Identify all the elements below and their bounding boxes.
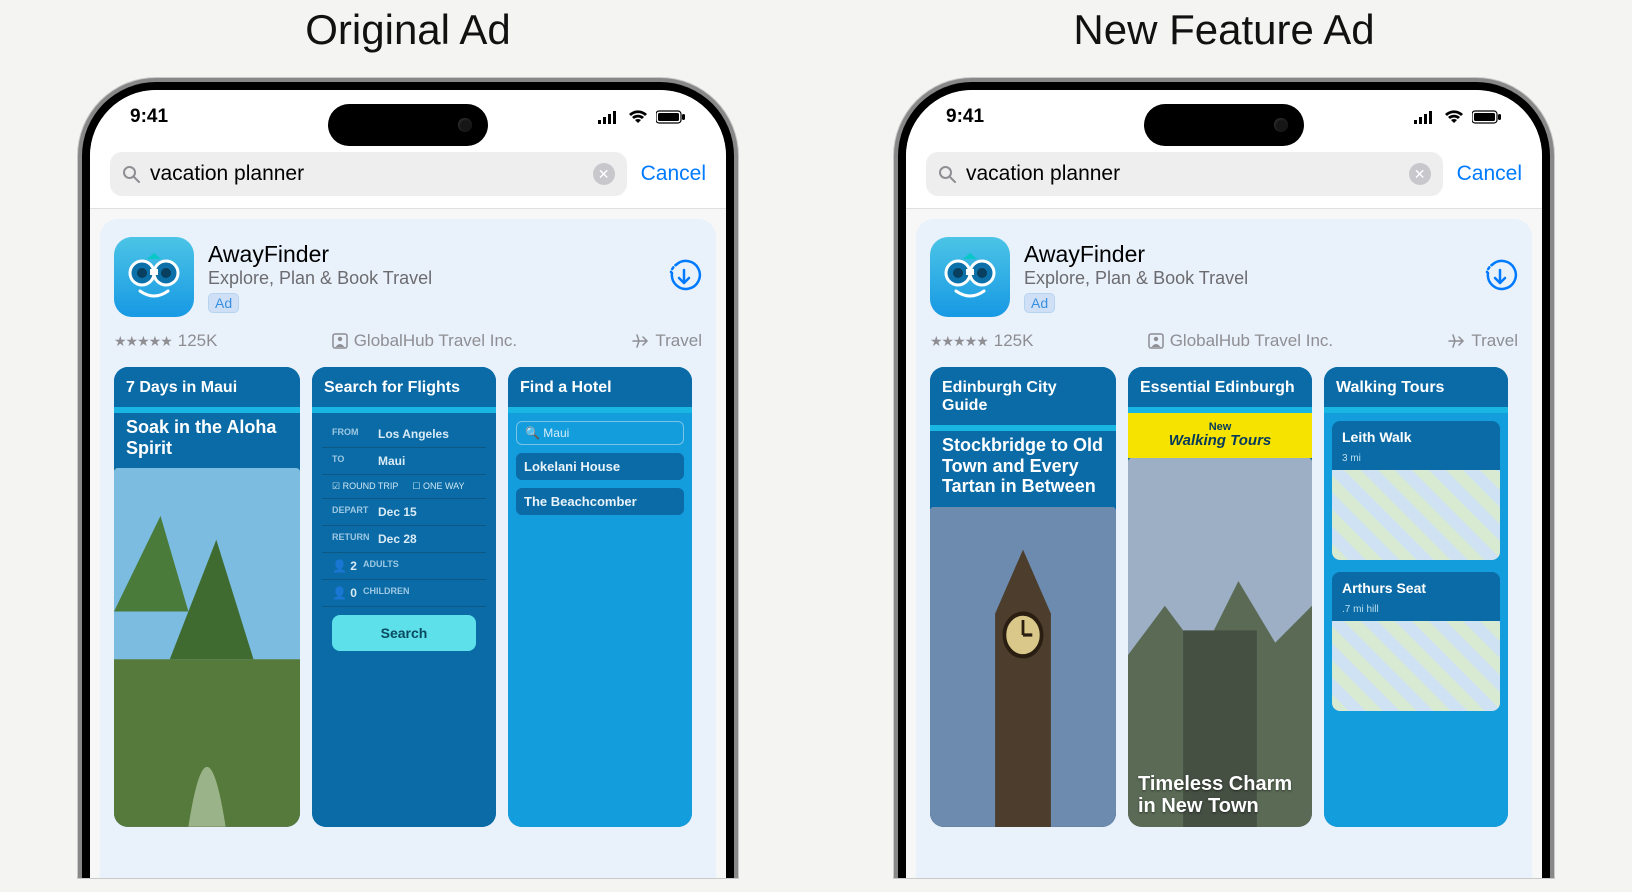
screenshot-1[interactable]: Edinburgh City Guide Stockbridge to Old … <box>930 367 1116 827</box>
shot1-subtitle: Stockbridge to Old Town and Every Tartan… <box>930 431 1116 507</box>
plane-icon <box>631 332 649 350</box>
screenshot-2[interactable]: Essential Edinburgh New Walking Tours Ti… <box>1128 367 1312 827</box>
search-icon <box>938 165 956 183</box>
dynamic-island <box>328 104 488 146</box>
app-subtitle: Explore, Plan & Book Travel <box>208 268 652 289</box>
shot3-place2: Arthurs Seat .7 mi hill <box>1332 572 1500 711</box>
screenshot-1[interactable]: 7 Days in Maui Soak in the Aloha Spirit <box>114 367 300 827</box>
shot1-subtitle: Soak in the Aloha Spirit <box>114 413 300 468</box>
shot1-title: Edinburgh City Guide <box>930 367 1116 425</box>
shot2-title: Essential Edinburgh <box>1128 367 1312 407</box>
shot2-search-button: Search <box>332 615 476 651</box>
shot1-title: 7 Days in Maui <box>114 367 300 407</box>
ratings-count: 125K <box>178 331 218 351</box>
place1-map <box>1332 470 1500 560</box>
app-info: AwayFinder Explore, Plan & Book Travel A… <box>1024 241 1468 313</box>
phone-frame-left: 9:41 vacation planner ✕ Cancel <box>78 78 738 878</box>
place2-map <box>1332 621 1500 711</box>
status-time: 9:41 <box>130 106 168 128</box>
cancel-button[interactable]: Cancel <box>641 162 706 186</box>
search-input[interactable]: vacation planner ✕ <box>926 152 1443 196</box>
shot3-search: 🔍 Maui <box>516 421 684 445</box>
app-icon[interactable] <box>114 237 194 317</box>
battery-icon <box>656 110 686 124</box>
search-icon <box>122 165 140 183</box>
dynamic-island <box>1144 104 1304 146</box>
right-column: New Feature Ad 9:41 vacation planner <box>816 0 1632 892</box>
shot3-body: 🔍 Maui Lokelani House The Beachcomber <box>508 413 692 827</box>
search-row: vacation planner ✕ Cancel <box>90 144 726 209</box>
shot2-form: FROMLos Angeles TOMaui ☑ ROUND TRIP☐ ONE… <box>312 413 496 827</box>
comparison-stage: Original Ad 9:41 vacation planner <box>0 0 1632 892</box>
category: Travel <box>1447 331 1518 351</box>
phone-frame-right: 9:41 vacation planner ✕ Cancel <box>894 78 1554 878</box>
download-icon[interactable] <box>1482 259 1518 295</box>
shot3-place1: Leith Walk 3 mi <box>1332 421 1500 560</box>
screen-right: 9:41 vacation planner ✕ Cancel <box>906 90 1542 878</box>
status-time: 9:41 <box>946 106 984 128</box>
app-subtitle: Explore, Plan & Book Travel <box>1024 268 1468 289</box>
ad-result-card[interactable]: AwayFinder Explore, Plan & Book Travel A… <box>100 219 716 878</box>
download-icon[interactable] <box>666 259 702 295</box>
screenshot-strip[interactable]: Edinburgh City Guide Stockbridge to Old … <box>930 367 1518 827</box>
app-name: AwayFinder <box>208 241 652 268</box>
search-input[interactable]: vacation planner ✕ <box>110 152 627 196</box>
ratings: ★★★★★ 125K <box>114 331 217 351</box>
category-name: Travel <box>1471 331 1518 351</box>
wifi-icon <box>1444 110 1464 124</box>
app-info: AwayFinder Explore, Plan & Book Travel A… <box>208 241 652 313</box>
cellular-icon <box>598 110 620 124</box>
shot2-banner: New Walking Tours <box>1128 413 1312 458</box>
shot3-title: Walking Tours <box>1324 367 1508 407</box>
app-meta-row: ★★★★★ 125K GlobalHub Travel Inc. Travel <box>930 331 1518 351</box>
search-text: vacation planner <box>150 162 583 186</box>
search-text: vacation planner <box>966 162 1399 186</box>
app-name: AwayFinder <box>1024 241 1468 268</box>
shot2-title: Search for Flights <box>312 367 496 407</box>
wifi-icon <box>628 110 648 124</box>
left-label: Original Ad <box>305 6 510 54</box>
shot3-hotel1: Lokelani House <box>516 453 684 480</box>
developer-icon <box>1148 333 1164 349</box>
developer-name: GlobalHub Travel Inc. <box>1170 331 1333 351</box>
app-icon[interactable] <box>930 237 1010 317</box>
developer-icon <box>332 333 348 349</box>
plane-icon <box>1447 332 1465 350</box>
clear-icon[interactable]: ✕ <box>1409 163 1431 185</box>
ratings-count: 125K <box>994 331 1034 351</box>
ad-badge: Ad <box>208 293 239 313</box>
developer-name: GlobalHub Travel Inc. <box>354 331 517 351</box>
shot1-image <box>114 468 300 827</box>
cellular-icon <box>1414 110 1436 124</box>
ad-result-card[interactable]: AwayFinder Explore, Plan & Book Travel A… <box>916 219 1532 878</box>
developer: GlobalHub Travel Inc. <box>1148 331 1333 351</box>
clear-icon[interactable]: ✕ <box>593 163 615 185</box>
shot2-image: Timeless Charm in New Town <box>1128 458 1312 827</box>
screenshot-3[interactable]: Walking Tours Leith Walk 3 mi Arthurs Se… <box>1324 367 1508 827</box>
app-header: AwayFinder Explore, Plan & Book Travel A… <box>114 237 702 317</box>
right-label: New Feature Ad <box>1073 6 1374 54</box>
cancel-button[interactable]: Cancel <box>1457 162 1522 186</box>
developer: GlobalHub Travel Inc. <box>332 331 517 351</box>
screenshot-2[interactable]: Search for Flights FROMLos Angeles TOMau… <box>312 367 496 827</box>
battery-icon <box>1472 110 1502 124</box>
category-name: Travel <box>655 331 702 351</box>
shot3-hotel2: The Beachcomber <box>516 488 684 515</box>
app-header: AwayFinder Explore, Plan & Book Travel A… <box>930 237 1518 317</box>
star-icons: ★★★★★ <box>114 333 172 350</box>
shot1-image <box>930 507 1116 827</box>
ratings: ★★★★★ 125K <box>930 331 1033 351</box>
shot3-title: Find a Hotel <box>508 367 692 407</box>
shot3-body: Leith Walk 3 mi Arthurs Seat .7 mi hill <box>1324 413 1508 827</box>
star-icons: ★★★★★ <box>930 333 988 350</box>
screenshot-strip[interactable]: 7 Days in Maui Soak in the Aloha Spirit … <box>114 367 702 827</box>
left-column: Original Ad 9:41 vacation planner <box>0 0 816 892</box>
screen-left: 9:41 vacation planner ✕ Cancel <box>90 90 726 878</box>
search-row: vacation planner ✕ Cancel <box>906 144 1542 209</box>
app-meta-row: ★★★★★ 125K GlobalHub Travel Inc. Travel <box>114 331 702 351</box>
category: Travel <box>631 331 702 351</box>
ad-badge: Ad <box>1024 293 1055 313</box>
shot2-overlay: Timeless Charm in New Town <box>1138 773 1312 817</box>
screenshot-3[interactable]: Find a Hotel 🔍 Maui Lokelani House The B… <box>508 367 692 827</box>
